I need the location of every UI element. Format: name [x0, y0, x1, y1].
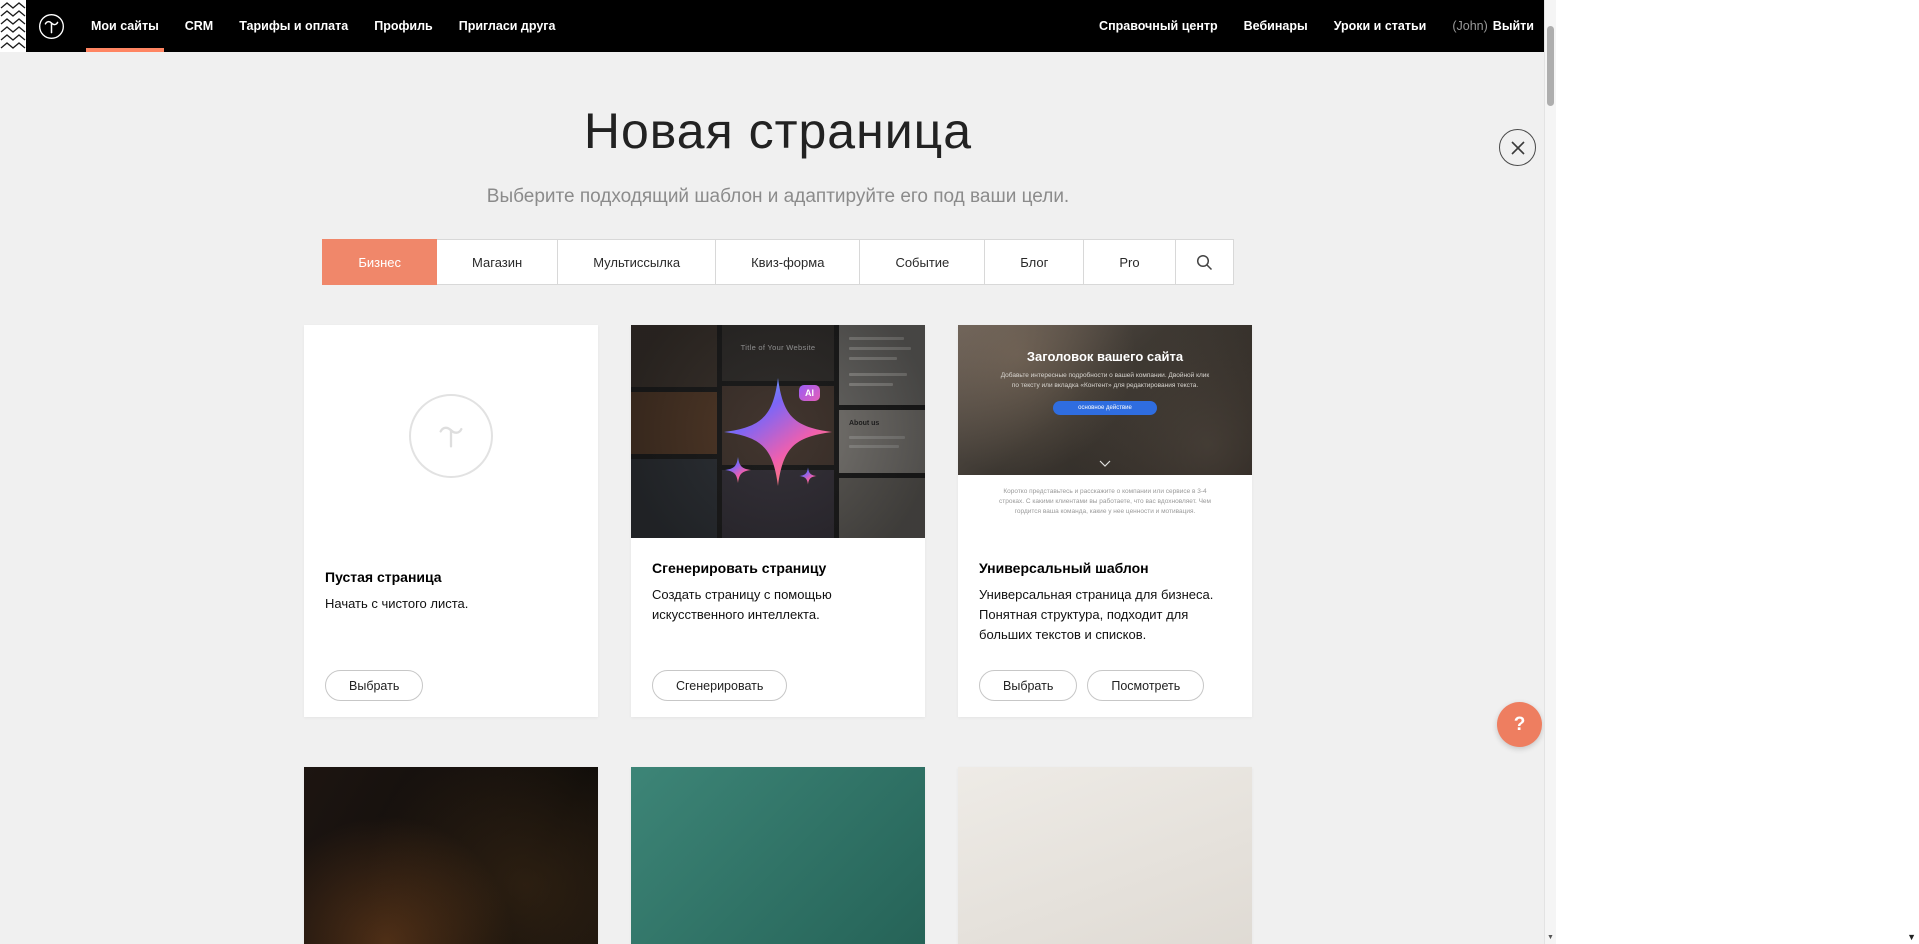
user-name-label: (John): [1452, 19, 1487, 33]
nav-item-pricing[interactable]: Тарифы и оплата: [239, 0, 348, 52]
tab-pro[interactable]: Pro: [1084, 239, 1175, 285]
card-title: Пустая страница: [325, 569, 577, 585]
ai-preview: Title of Your Website About us: [631, 325, 925, 538]
zigzag-pattern-icon: [0, 0, 26, 52]
view-universal-button[interactable]: Посмотреть: [1087, 670, 1204, 701]
template-preview-image: [631, 767, 925, 944]
card-description: Начать с чистого листа.: [325, 594, 577, 614]
vertical-scrollbar[interactable]: ▼: [1544, 0, 1556, 944]
nav-item-profile[interactable]: Профиль: [374, 0, 433, 52]
nav-item-webinars[interactable]: Вебинары: [1244, 0, 1308, 52]
template-card-ai-generate[interactable]: Title of Your Website About us: [631, 325, 925, 717]
zigzag-decoration: [0, 0, 26, 52]
nav-item-lessons[interactable]: Уроки и статьи: [1334, 0, 1427, 52]
card-text-block: Пустая страница Начать с чистого листа.: [304, 547, 598, 614]
template-card-partial-3[interactable]: [958, 767, 1252, 944]
blank-preview: [304, 325, 598, 547]
scrollbar-down-arrow[interactable]: ▼: [1545, 934, 1556, 941]
template-card-blank[interactable]: Пустая страница Начать с чистого листа. …: [304, 325, 598, 717]
template-grid: Пустая страница Начать с чистого листа. …: [304, 325, 1252, 944]
preview-hero-section: Заголовок вашего сайта Добавьте интересн…: [958, 325, 1252, 475]
preview-cta-button: основное действие: [1053, 401, 1157, 415]
tab-event[interactable]: Событие: [860, 239, 985, 285]
top-navbar: Мои сайты CRM Тарифы и оплата Профиль Пр…: [0, 0, 1556, 52]
card-text-block: Сгенерировать страницу Создать страницу …: [631, 538, 925, 625]
search-icon: [1196, 254, 1213, 271]
card-description: Универсальная страница для бизнеса. Поня…: [979, 585, 1231, 645]
tab-multilink[interactable]: Мультиссылка: [558, 239, 716, 285]
card-text-block: Универсальный шаблон Универсальная стран…: [958, 538, 1252, 645]
tab-blog[interactable]: Блог: [985, 239, 1084, 285]
tilda-watermark-icon: [409, 394, 493, 478]
card-buttons: Выбрать Посмотреть: [979, 670, 1204, 701]
close-button[interactable]: [1499, 129, 1536, 166]
card-title: Универсальный шаблон: [979, 560, 1231, 576]
template-preview-image: [304, 767, 598, 944]
nav-item-help-center[interactable]: Справочный центр: [1099, 0, 1218, 52]
close-icon: [1511, 141, 1525, 155]
help-chat-button[interactable]: ?: [1497, 702, 1542, 747]
template-category-tabs: Бизнес Магазин Мультиссылка Квиз-форма С…: [322, 239, 1233, 285]
universal-preview: Заголовок вашего сайта Добавьте интересн…: [958, 325, 1252, 538]
nav-item-invite-friend[interactable]: Пригласи друга: [459, 0, 556, 52]
preview-heading: Заголовок вашего сайта: [958, 325, 1252, 364]
logout-label: Выйти: [1493, 19, 1534, 33]
card-buttons: Сгенерировать: [652, 670, 787, 701]
app-viewport: Мои сайты CRM Тарифы и оплата Профиль Пр…: [0, 0, 1556, 944]
ai-badge: AI: [799, 385, 820, 401]
navbar-secondary-menu: Справочный центр Вебинары Уроки и статьи…: [1073, 0, 1534, 52]
ai-sparkle-icon: [698, 352, 858, 512]
card-buttons: Выбрать: [325, 670, 423, 701]
generate-button[interactable]: Сгенерировать: [652, 670, 787, 701]
tab-business[interactable]: Бизнес: [322, 239, 437, 285]
nav-item-crm[interactable]: CRM: [185, 0, 213, 52]
page-title: Новая страница: [0, 102, 1556, 160]
template-card-universal[interactable]: Заголовок вашего сайта Добавьте интересн…: [958, 325, 1252, 717]
tilda-logo-icon[interactable]: [38, 13, 65, 40]
tab-quiz-form[interactable]: Квиз-форма: [716, 239, 860, 285]
outer-scroll-down-arrow[interactable]: ▼: [1907, 932, 1916, 942]
chevron-down-icon: [1099, 460, 1111, 467]
page-subtitle: Выберите подходящий шаблон и адаптируйте…: [0, 186, 1556, 208]
nav-item-logout[interactable]: (John) Выйти: [1452, 0, 1534, 52]
tab-store[interactable]: Магазин: [437, 239, 558, 285]
scrollbar-thumb[interactable]: [1547, 26, 1554, 106]
template-card-partial-1[interactable]: [304, 767, 598, 944]
card-description: Создать страницу с помощью искусственног…: [652, 585, 904, 625]
choose-universal-button[interactable]: Выбрать: [979, 670, 1077, 701]
nav-item-my-sites[interactable]: Мои сайты: [91, 0, 159, 52]
template-preview-image: [958, 767, 1252, 944]
preview-subtext: Добавьте интересные подробности о вашей …: [1000, 371, 1210, 391]
tab-search[interactable]: [1176, 239, 1234, 285]
template-chooser: Новая страница Выберите подходящий шабло…: [0, 102, 1556, 944]
preview-body-section: Коротко представьтесь и расскажите о ком…: [958, 475, 1252, 538]
card-title: Сгенерировать страницу: [652, 560, 904, 576]
choose-blank-button[interactable]: Выбрать: [325, 670, 423, 701]
screen: { "colors": { "accent": "#f0876a", "nav_…: [0, 0, 1919, 944]
navbar-main-menu: Мои сайты CRM Тарифы и оплата Профиль Пр…: [91, 0, 581, 52]
template-card-partial-2[interactable]: [631, 767, 925, 944]
preview-body-text: Коротко представьтесь и расскажите о ком…: [995, 475, 1215, 517]
